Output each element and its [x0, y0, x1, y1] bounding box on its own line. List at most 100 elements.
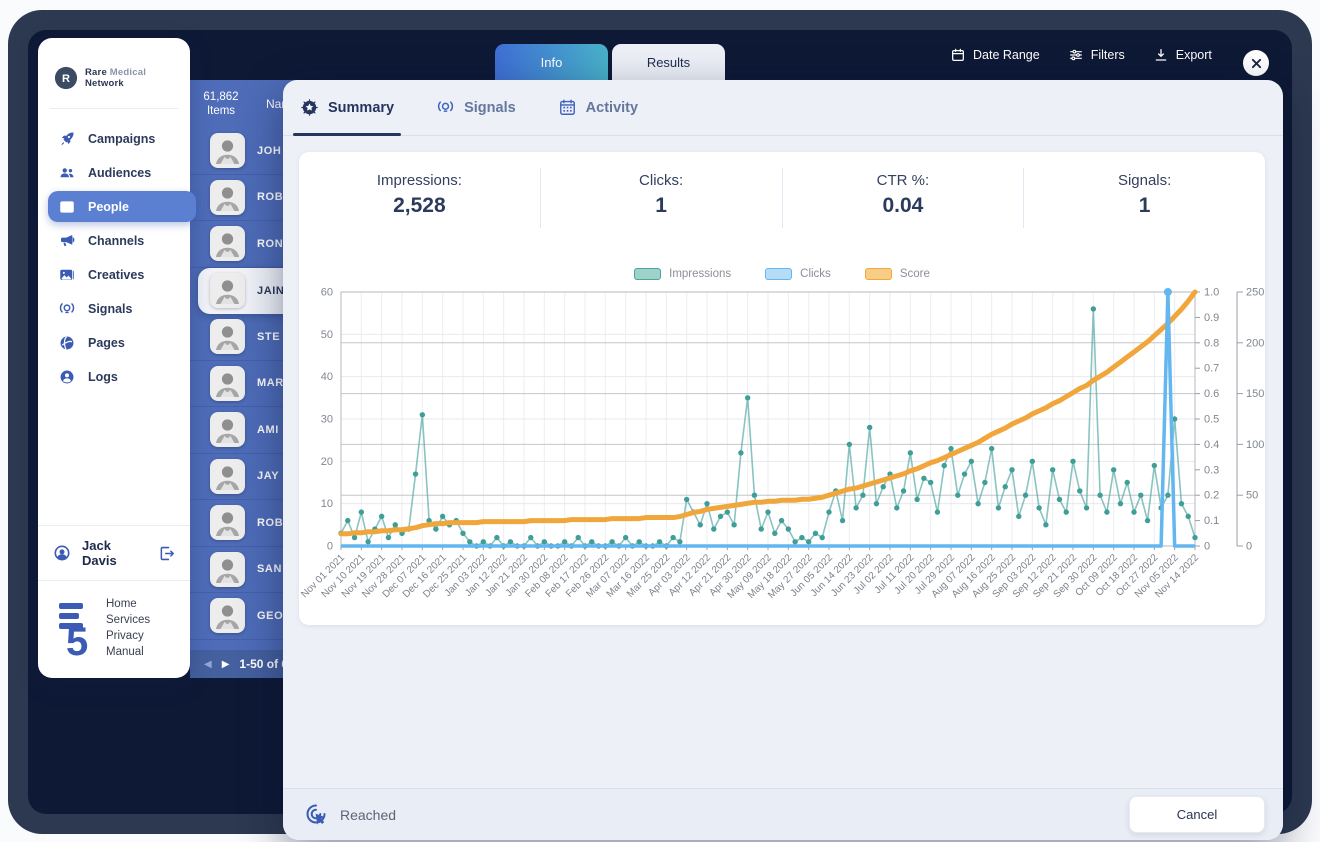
- footer-link-services[interactable]: Services: [106, 613, 150, 628]
- modal-tab-label: Summary: [328, 99, 395, 116]
- chevron-right-icon[interactable]: ▶: [222, 659, 230, 670]
- tab-results[interactable]: Results: [612, 44, 725, 80]
- results-modal: Summary Signals Activity Impressions: 2,528…: [283, 80, 1283, 840]
- person-name: GEO: [257, 609, 284, 622]
- stat-signals: Signals: 1: [1024, 168, 1265, 228]
- legend-item-clicks[interactable]: Clicks: [765, 268, 831, 280]
- topbar-tabs: Info Results: [495, 44, 725, 80]
- avatar: [210, 179, 245, 215]
- date-range-button[interactable]: Date Range: [950, 47, 1040, 63]
- chart-legend: Impressions Clicks Score: [299, 268, 1265, 280]
- svg-text:20: 20: [321, 456, 333, 468]
- five-logo-icon: 5: [59, 602, 88, 656]
- svg-text:0.7: 0.7: [1204, 363, 1219, 375]
- person-name: ROB: [257, 516, 284, 529]
- svg-text:30: 30: [321, 414, 333, 426]
- stat-value: 0.04: [882, 194, 924, 217]
- star-badge-icon: [300, 98, 319, 117]
- sidebar-item-creatives[interactable]: Creatives: [48, 259, 182, 290]
- footer-link-privacy[interactable]: Privacy: [106, 629, 150, 644]
- svg-text:0.6: 0.6: [1204, 388, 1219, 400]
- avatar: [210, 412, 245, 448]
- person-name: JAIN: [257, 284, 285, 297]
- stats-row: Impressions: 2,528 Clicks: 1 CTR %: 0.04 Signa…: [299, 168, 1265, 228]
- avatar: [210, 458, 245, 494]
- user-icon: [52, 543, 72, 563]
- tab-info[interactable]: Info: [495, 44, 608, 80]
- svg-text:60: 60: [321, 287, 333, 299]
- reached-status: Reached: [303, 801, 396, 828]
- legend-swatch: [864, 268, 892, 280]
- sidebar-item-label: Pages: [88, 335, 125, 350]
- items-count: 61,862 Items: [190, 90, 252, 118]
- person-name: RON: [257, 237, 284, 250]
- person-circle-icon: [58, 368, 76, 386]
- sidebar-item-label: Channels: [88, 233, 145, 248]
- action-label: Filters: [1090, 48, 1125, 62]
- person-name: ROB: [257, 191, 284, 204]
- sidebar-item-label: People: [88, 199, 129, 214]
- items-count-label: Items: [206, 105, 236, 117]
- logout-icon[interactable]: [157, 544, 176, 563]
- svg-text:0: 0: [327, 541, 333, 553]
- svg-text:250: 250: [1246, 287, 1264, 299]
- avatar: [210, 598, 245, 634]
- user-row: Jack Davis: [38, 525, 190, 581]
- footer-link-manual[interactable]: Manual: [106, 645, 150, 660]
- svg-text:200: 200: [1246, 337, 1264, 349]
- legend-label: Impressions: [669, 268, 732, 280]
- modal-tabs: Summary Signals Activity: [283, 80, 1283, 136]
- modal-footer: Reached Cancel: [283, 788, 1283, 840]
- person-name: JAY: [257, 470, 280, 483]
- svg-text:5: 5: [66, 620, 88, 656]
- globe-icon: [58, 334, 76, 352]
- calendar-icon: [950, 47, 966, 63]
- footer-link-home[interactable]: Home: [106, 597, 150, 612]
- items-count-value: 61,862: [203, 91, 239, 103]
- svg-text:100: 100: [1246, 439, 1264, 451]
- stat-value: 1: [1138, 194, 1151, 217]
- close-icon[interactable]: [1243, 50, 1269, 76]
- action-label: Date Range: [973, 48, 1040, 62]
- summary-card: Impressions: 2,528 Clicks: 1 CTR %: 0.04 Signa…: [299, 152, 1265, 625]
- avatar: [210, 505, 245, 541]
- sidebar-item-signals[interactable]: Signals: [48, 293, 182, 324]
- svg-text:0: 0: [1246, 541, 1252, 553]
- brand-logo: R Rare Medical Network: [38, 52, 190, 108]
- legend-item-impressions[interactable]: Impressions: [634, 268, 731, 280]
- stat-value: 1: [655, 194, 667, 217]
- sidebar-item-label: Audiences: [88, 165, 152, 180]
- export-button[interactable]: Export: [1153, 47, 1212, 63]
- person-name: MAR: [257, 377, 284, 390]
- svg-text:R: R: [62, 73, 70, 85]
- svg-text:0.4: 0.4: [1204, 439, 1219, 451]
- sidebar-item-pages[interactable]: Pages: [48, 327, 182, 358]
- modal-tab-summary[interactable]: Summary: [292, 80, 402, 136]
- signal-bulb-icon: [58, 300, 76, 318]
- cancel-button[interactable]: Cancel: [1129, 796, 1265, 833]
- footer-links: Home Services Privacy Manual: [106, 597, 150, 660]
- sidebar-item-logs[interactable]: Logs: [48, 361, 182, 392]
- sidebar: R Rare Medical Network Campaigns Audience…: [38, 38, 196, 678]
- legend-swatch: [765, 268, 793, 280]
- modal-tab-label: Signals: [464, 99, 516, 116]
- person-name: STE: [257, 330, 281, 343]
- sidebar-item-label: Signals: [88, 301, 133, 316]
- divider: [50, 108, 178, 109]
- chevron-left-icon[interactable]: ◀: [204, 659, 212, 670]
- sidebar-item-channels[interactable]: Channels: [48, 225, 182, 256]
- audiences-icon: [58, 164, 76, 182]
- stat-label: CTR %:: [876, 172, 930, 189]
- sidebar-item-audiences[interactable]: Audiences: [48, 157, 182, 188]
- filters-button[interactable]: Filters: [1068, 47, 1125, 63]
- sidebar-item-campaigns[interactable]: Campaigns: [48, 123, 182, 154]
- legend-item-score[interactable]: Score: [864, 268, 930, 280]
- sidebar-item-people[interactable]: People: [48, 191, 196, 222]
- legend-swatch: [634, 268, 662, 280]
- sidebar-item-label: Campaigns: [88, 131, 156, 146]
- modal-tab-signals[interactable]: Signals: [436, 80, 516, 135]
- svg-text:0.5: 0.5: [1204, 414, 1219, 426]
- sidebar-item-label: Creatives: [88, 267, 145, 282]
- person-name: SAN: [257, 563, 283, 576]
- modal-tab-activity[interactable]: Activity: [558, 80, 638, 135]
